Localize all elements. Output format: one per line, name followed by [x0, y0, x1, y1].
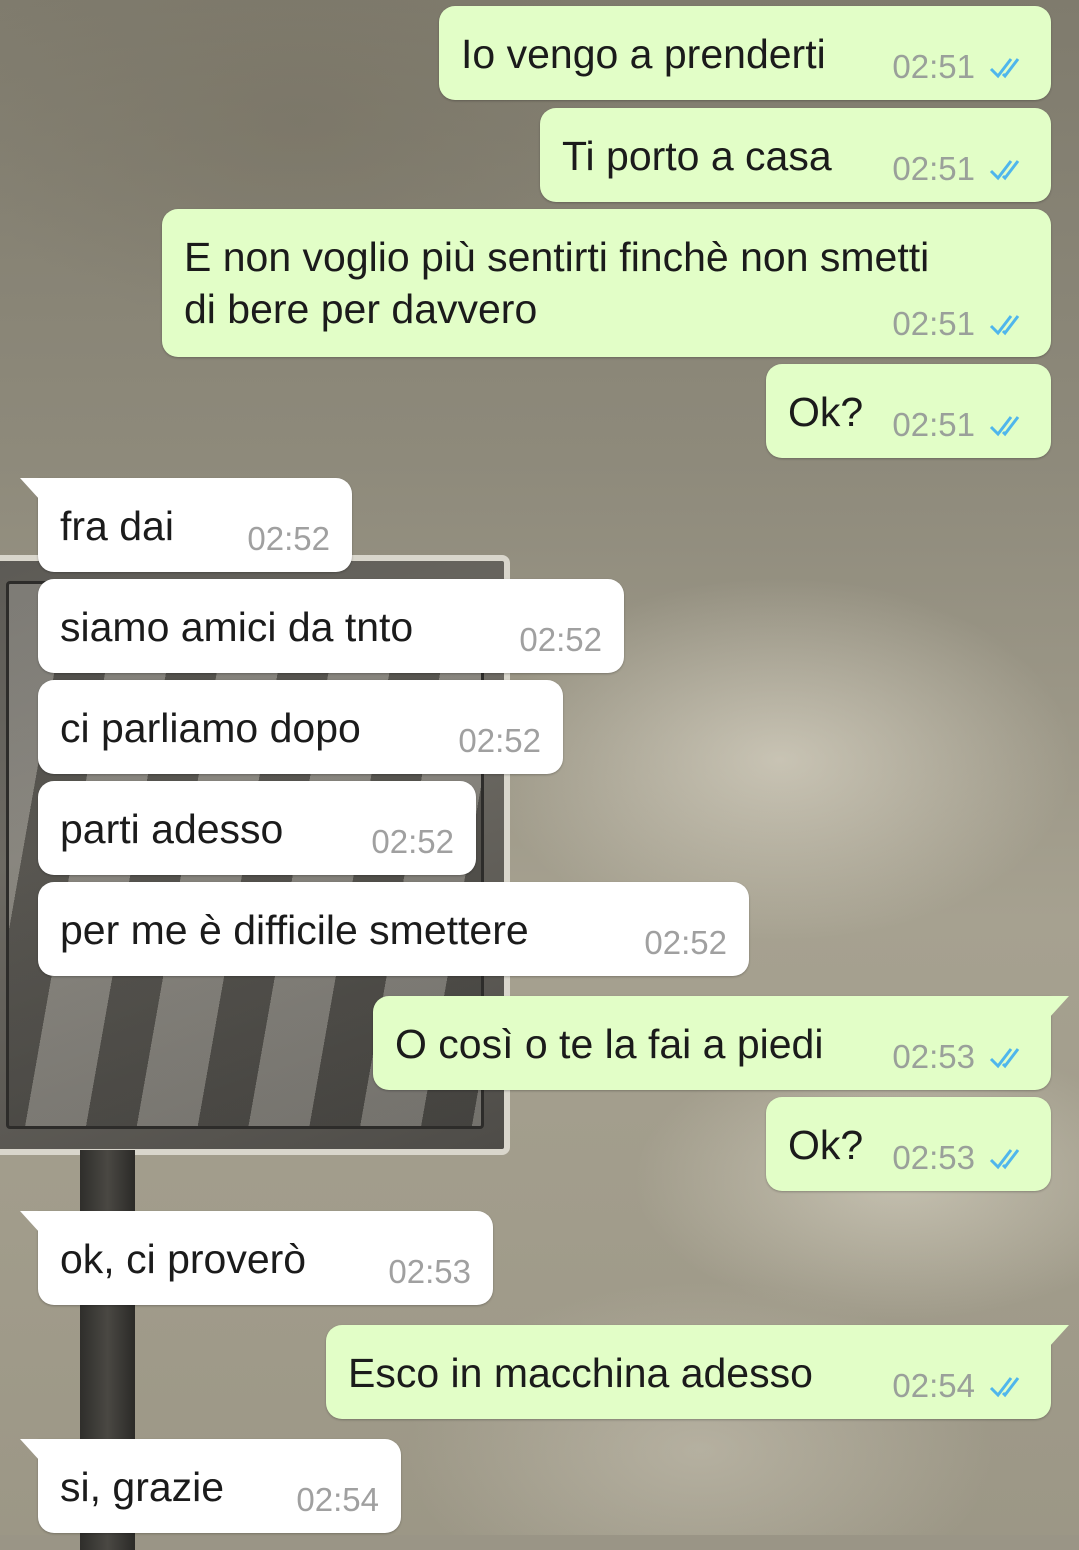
message-bubble-outgoing[interactable]: Ok? 02:51 — [766, 364, 1051, 458]
read-double-check-icon — [989, 1377, 1020, 1398]
message-meta: 02:51 — [892, 406, 1029, 444]
read-double-check-icon — [989, 416, 1020, 437]
read-double-check-icon — [989, 58, 1020, 79]
message-bubble-incoming[interactable]: per me è difficile smettere 02:52 — [38, 882, 749, 976]
message-bubble-incoming[interactable]: ci parliamo dopo 02:52 — [38, 680, 563, 774]
message-meta: 02:52 — [247, 520, 330, 558]
message-time: 02:52 — [458, 722, 541, 759]
read-double-check-icon — [989, 1149, 1020, 1170]
message-time: 02:54 — [296, 1481, 379, 1518]
message-bubble-incoming[interactable]: si, grazie 02:54 — [20, 1439, 401, 1533]
message-time: 02:52 — [519, 621, 602, 658]
message-bubble-outgoing[interactable]: Ti porto a casa 02:51 — [540, 108, 1051, 202]
message-time: 02:51 — [892, 150, 975, 187]
message-text: per me è difficile smettere — [60, 907, 529, 953]
message-meta: 02:52 — [519, 621, 602, 659]
message-time: 02:53 — [892, 1038, 975, 1075]
message-time: 02:52 — [644, 924, 727, 961]
read-double-check-icon — [989, 160, 1020, 181]
message-time: 02:53 — [388, 1253, 471, 1290]
message-time: 02:51 — [892, 48, 975, 85]
message-list[interactable]: Io vengo a prenderti 02:51 Ti porto a ca… — [0, 0, 1079, 1535]
message-bubble-incoming[interactable]: siamo amici da tnto 02:52 — [38, 579, 624, 673]
message-bubble-outgoing[interactable]: O così o te la fai a piedi 02:53 — [373, 996, 1069, 1090]
message-meta: 02:54 — [296, 1481, 379, 1519]
message-time: 02:53 — [892, 1139, 975, 1176]
message-meta: 02:53 — [388, 1253, 471, 1291]
message-meta: 02:52 — [371, 823, 454, 861]
message-time: 02:52 — [247, 520, 330, 557]
message-time: 02:52 — [371, 823, 454, 860]
message-meta: 02:52 — [644, 924, 727, 962]
message-bubble-outgoing[interactable]: Ok? 02:53 — [766, 1097, 1051, 1191]
message-bubble-incoming[interactable]: parti adesso 02:52 — [38, 781, 476, 875]
message-meta: 02:54 — [892, 1367, 1029, 1405]
message-bubble-outgoing[interactable]: Esco in macchina adesso 02:54 — [326, 1325, 1069, 1419]
message-meta: 02:51 — [892, 305, 1029, 343]
message-bubble-incoming[interactable]: fra dai 02:52 — [20, 478, 352, 572]
message-bubble-incoming[interactable]: ok, ci proverò 02:53 — [20, 1211, 493, 1305]
message-time: 02:54 — [892, 1367, 975, 1404]
message-meta: 02:52 — [458, 722, 541, 760]
message-meta: 02:51 — [892, 150, 1029, 188]
message-time: 02:51 — [892, 406, 975, 443]
message-meta: 02:53 — [892, 1038, 1029, 1076]
read-double-check-icon — [989, 315, 1020, 336]
read-double-check-icon — [989, 1048, 1020, 1069]
message-bubble-outgoing[interactable]: Io vengo a prenderti 02:51 — [439, 6, 1051, 100]
message-time: 02:51 — [892, 305, 975, 342]
message-meta: 02:53 — [892, 1139, 1029, 1177]
message-meta: 02:51 — [892, 48, 1029, 86]
message-bubble-outgoing[interactable]: E non voglio più sentirti finchè non sme… — [162, 209, 1051, 357]
